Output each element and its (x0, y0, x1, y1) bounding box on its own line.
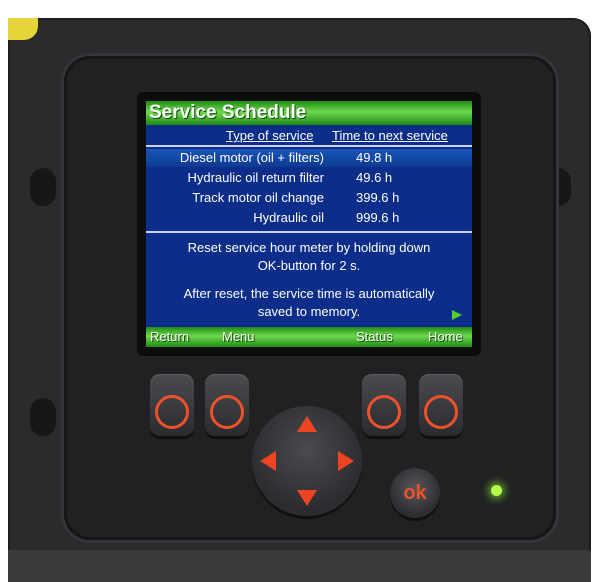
mount-hole (30, 398, 56, 436)
return-button[interactable] (150, 374, 194, 436)
message-divider (146, 231, 472, 233)
service-row-diesel[interactable]: Diesel motor (oil + filters) 49.8 h (146, 149, 472, 167)
button-ring-icon (210, 395, 244, 429)
service-name: Hydraulic oil return filter (187, 170, 324, 185)
service-row-hydraulic-oil[interactable]: Hydraulic oil 999.6 h (146, 209, 472, 227)
column-header-time: Time to next service (332, 128, 448, 143)
softkey-bar: Return Menu Status Home (146, 327, 472, 347)
home-button[interactable] (419, 374, 463, 436)
title-bar: Service Schedule (146, 101, 472, 125)
screen-title: Service Schedule (149, 102, 307, 123)
status-button[interactable] (362, 374, 406, 436)
service-time: 999.6 h (356, 210, 400, 225)
softkey-home[interactable]: Home (428, 329, 463, 344)
button-ring-icon (155, 395, 189, 429)
softkey-return[interactable]: Return (150, 329, 189, 344)
service-time: 49.8 h (356, 150, 393, 165)
button-ring-icon (367, 395, 401, 429)
reset-instruction-line-2: OK-button for 2 s. (257, 258, 361, 273)
ok-button[interactable]: ok (390, 468, 440, 518)
display-screen: Service Schedule Type of service Time to… (146, 101, 472, 347)
housing-ledge (8, 550, 591, 582)
yellow-casing-corner (8, 18, 38, 40)
menu-button[interactable] (205, 374, 249, 436)
mount-hole (30, 168, 56, 206)
arrow-right-icon[interactable] (338, 451, 354, 471)
reset-instruction-line-1: Reset service hour meter by holding down (187, 240, 431, 255)
service-time: 399.6 h (356, 190, 400, 205)
softkey-menu[interactable]: Menu (222, 329, 255, 344)
arrow-up-icon[interactable] (297, 416, 317, 432)
direction-pad[interactable] (252, 406, 362, 516)
service-time: 49.6 h (356, 170, 393, 185)
next-page-arrow-icon (452, 310, 462, 320)
service-name: Hydraulic oil (253, 210, 324, 225)
header-divider (146, 145, 472, 147)
service-row-hydraulic-filter[interactable]: Hydraulic oil return filter 49.6 h (146, 169, 472, 187)
softkey-status[interactable]: Status (356, 329, 393, 344)
service-name: Diesel motor (oil + filters) (179, 150, 324, 165)
button-ring-icon (424, 395, 458, 429)
reset-note-line-2: saved to memory. (257, 304, 361, 319)
reset-note-line-1: After reset, the service time is automat… (183, 286, 435, 301)
arrow-down-icon[interactable] (297, 490, 317, 506)
status-led (491, 485, 502, 496)
arrow-left-icon[interactable] (260, 451, 276, 471)
service-row-track-motor[interactable]: Track motor oil change 399.6 h (146, 189, 472, 207)
service-name: Track motor oil change (192, 190, 324, 205)
column-header-type: Type of service (226, 128, 314, 143)
